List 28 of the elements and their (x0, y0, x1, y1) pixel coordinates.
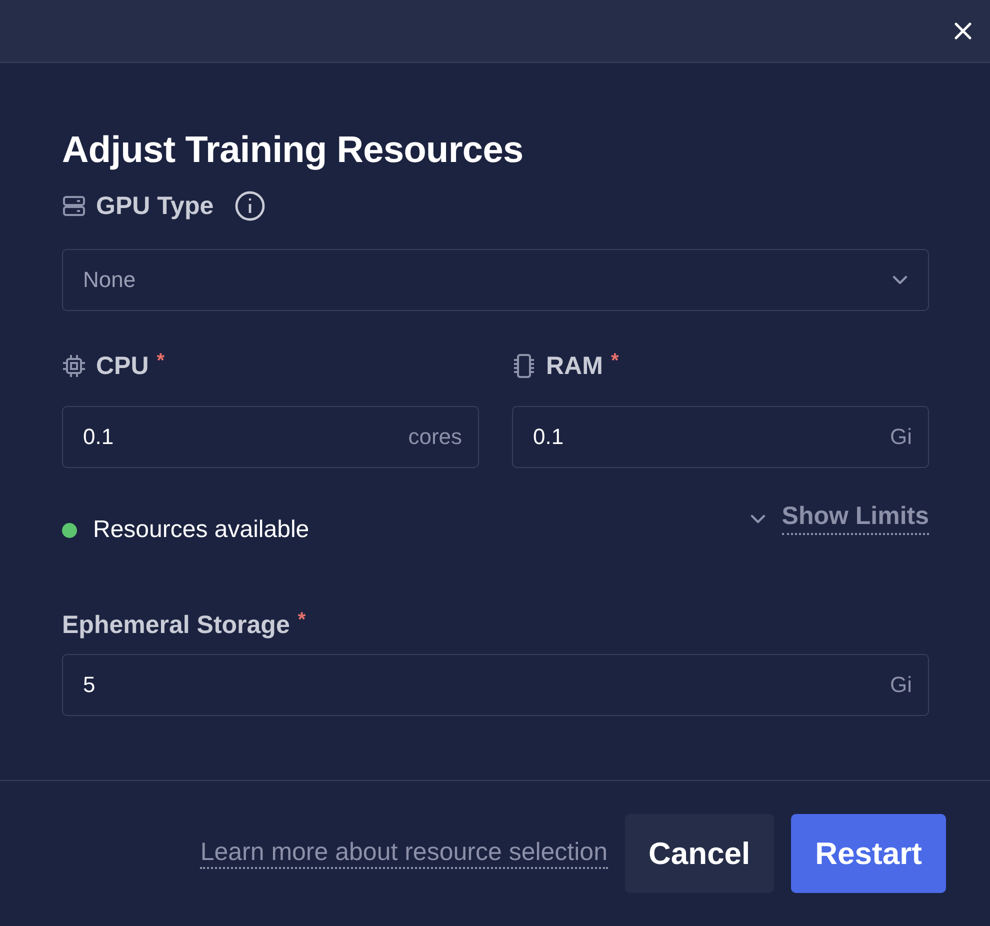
field-label: CPU (96, 352, 149, 380)
field-label: RAM (546, 352, 603, 380)
required-mark: * (156, 350, 165, 373)
info-icon[interactable] (234, 190, 266, 222)
unit-label: cores (408, 424, 462, 450)
restart-button[interactable]: Restart (791, 814, 946, 893)
required-mark: * (610, 350, 619, 373)
required-mark: * (298, 609, 306, 632)
close-icon (954, 22, 972, 40)
dialog-title: Adjust Training Resources (62, 130, 524, 170)
field-label: GPU Type (96, 192, 214, 220)
memory-icon (512, 353, 536, 379)
server-icon (62, 195, 86, 217)
chevron-down-icon (892, 275, 908, 285)
status-text: Resources available (93, 516, 310, 544)
chip-icon (62, 354, 86, 378)
learn-more-link[interactable]: Learn more about resource selection (200, 838, 608, 869)
close-button[interactable] (954, 22, 972, 40)
cancel-button[interactable]: Cancel (624, 814, 774, 893)
show-limits-toggle[interactable]: Show Limits (750, 502, 929, 535)
ram-input[interactable]: 0.1 Gi (512, 406, 929, 468)
unit-label: Gi (890, 672, 912, 698)
field-label: Ephemeral Storage (62, 610, 290, 640)
unit-label: Gi (890, 424, 912, 450)
gpu-type-select[interactable]: None (62, 249, 929, 311)
chevron-down-icon (750, 514, 766, 524)
cpu-input[interactable]: 0.1 cores (62, 406, 479, 468)
storage-input[interactable]: 5 Gi (62, 654, 929, 716)
